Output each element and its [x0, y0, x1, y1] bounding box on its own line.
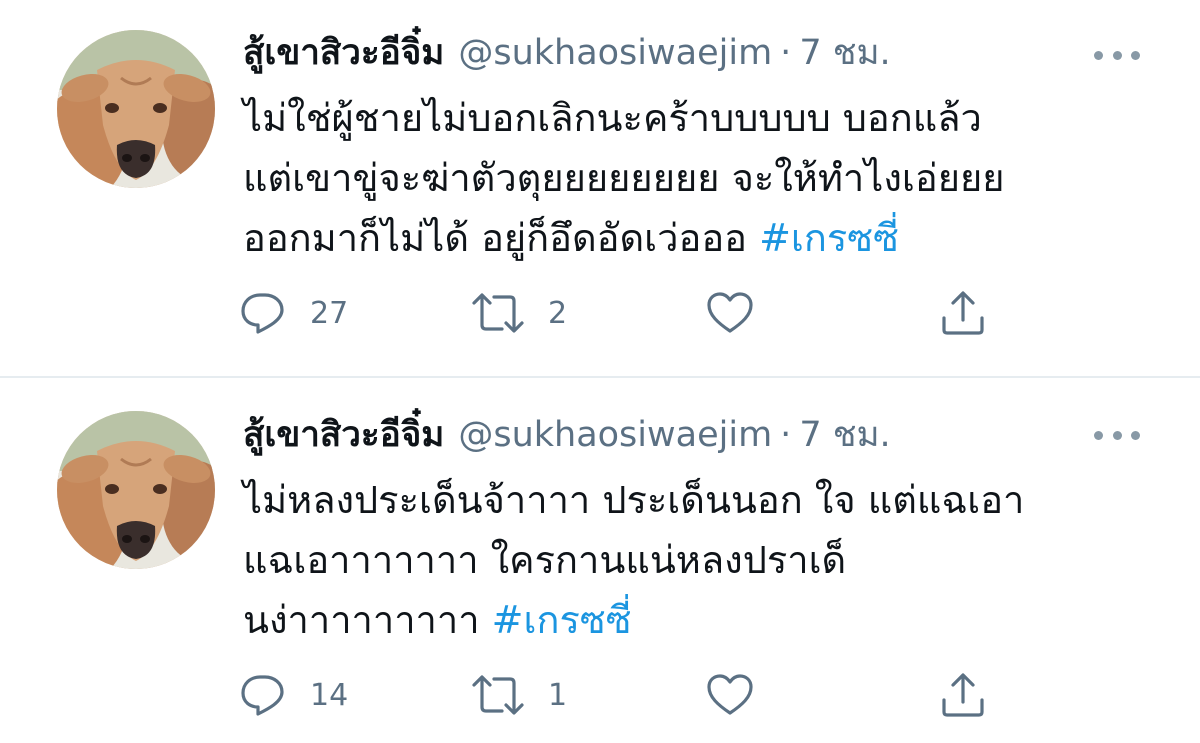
hashtag-link[interactable]: #เกรซซี่	[759, 216, 899, 260]
reply-count: 27	[310, 295, 349, 331]
tweet-text-line: ออกมาก็ไม่ได้ อยู่ก็อึดอัดเว่อออ	[243, 216, 747, 260]
reply-button[interactable]: 14	[240, 670, 348, 720]
avatar[interactable]	[57, 411, 215, 569]
dot	[1112, 50, 1122, 60]
tweet-text-line: นง่าาาาาาาาา	[243, 598, 480, 642]
like-button[interactable]	[706, 288, 754, 338]
retweet-count: 2	[548, 295, 568, 331]
share-button[interactable]	[940, 288, 986, 338]
tweet-header: สู้เขาสิวะอีจิ๋ม @sukhaosiwaejim · 7 ชม.	[243, 410, 891, 460]
user-handle[interactable]: @sukhaosiwaejim	[458, 410, 772, 460]
dot	[1131, 430, 1140, 440]
hashtag-link[interactable]: #เกรซซี่	[492, 598, 632, 642]
retweet-count: 1	[548, 677, 568, 713]
dot	[1094, 430, 1103, 440]
reply-button[interactable]: 27	[240, 288, 348, 338]
share-icon	[942, 673, 984, 717]
tweet-header: สู้เขาสิวะอีจิ๋ม @sukhaosiwaejim · 7 ชม.	[243, 28, 891, 78]
tweet-text-line: แต่เขาขู่จะฆ่าตัวตุยยยยยยยย จะให้ทำไงเอ่…	[243, 156, 1005, 200]
dot	[1112, 430, 1122, 440]
tweet-text-line-with-hashtag: นง่าาาาาาาาา #เกรซซี่	[243, 590, 1143, 650]
tweet-text-line: ไม่ใช่ผู้ชายไม่บอกเลิกนะคร้าบบบบบ บอกแล้…	[243, 96, 982, 140]
tweet-text: ไม่ใช่ผู้ชายไม่บอกเลิกนะคร้าบบบบบ บอกแล้…	[243, 88, 1143, 268]
retweet-icon	[472, 293, 524, 333]
reply-icon	[241, 675, 284, 716]
like-button[interactable]	[706, 670, 754, 720]
tweet-actions: 14 1	[240, 670, 1000, 720]
timestamp[interactable]: 7 ชม.	[799, 410, 890, 460]
heart-icon	[707, 292, 753, 333]
retweet-icon	[472, 675, 524, 715]
separator-dot: ·	[780, 415, 792, 455]
dot	[1094, 50, 1103, 60]
more-dots-icon[interactable]	[1094, 425, 1140, 445]
more-dots-icon[interactable]	[1094, 45, 1140, 65]
tweet-text-line: แฉเอาาาาาาา ใครกานแน่หลงปราเด็	[243, 538, 847, 582]
heart-icon	[707, 674, 753, 715]
reply-icon	[241, 293, 284, 334]
avatar[interactable]	[57, 30, 215, 188]
retweet-button[interactable]: 1	[472, 670, 567, 720]
display-name[interactable]: สู้เขาสิวะอีจิ๋ม	[243, 410, 444, 460]
reply-count: 14	[310, 677, 349, 713]
separator-dot: ·	[780, 33, 792, 73]
timestamp[interactable]: 7 ชม.	[799, 28, 890, 78]
dot	[1131, 50, 1140, 60]
display-name[interactable]: สู้เขาสิวะอีจิ๋ม	[243, 28, 444, 78]
share-button[interactable]	[940, 670, 986, 720]
share-icon	[942, 291, 984, 335]
user-handle[interactable]: @sukhaosiwaejim	[458, 28, 772, 78]
retweet-button[interactable]: 2	[472, 288, 567, 338]
cow-avatar-image	[57, 411, 215, 569]
tweet[interactable]: สู้เขาสิวะอีจิ๋ม @sukhaosiwaejim · 7 ชม.…	[0, 378, 1200, 743]
tweet-actions: 27 2	[240, 288, 1000, 338]
cow-avatar-image	[57, 30, 215, 188]
tweet-text-line-with-hashtag: ออกมาก็ไม่ได้ อยู่ก็อึดอัดเว่อออ #เกรซซี…	[243, 208, 1143, 268]
tweet-text: ไม่หลงประเด็นจ้าาาา ประเด็นนอก ใจ แต่แฉเ…	[243, 470, 1143, 650]
tweet[interactable]: สู้เขาสิวะอีจิ๋ม @sukhaosiwaejim · 7 ชม.…	[0, 0, 1200, 376]
tweet-text-line: ไม่หลงประเด็นจ้าาาา ประเด็นนอก ใจ แต่แฉเ…	[243, 478, 1025, 522]
